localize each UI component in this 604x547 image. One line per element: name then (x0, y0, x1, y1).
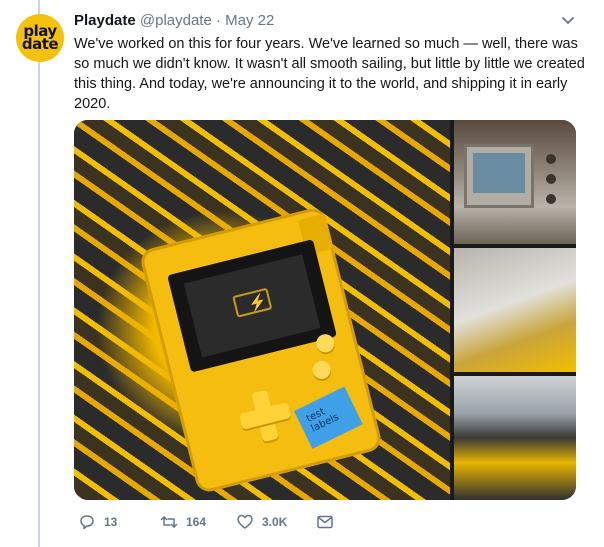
like-count: 3.0K (262, 515, 288, 529)
charging-bolt-icon: ⚡ (246, 292, 269, 314)
separator: · (216, 12, 221, 29)
reply-button[interactable]: 13 (78, 512, 117, 532)
thread-line (38, 0, 40, 547)
photo-device-rack[interactable] (454, 376, 576, 500)
a-button (310, 359, 333, 381)
tweet-header: Playdate @playdate · May 22 (74, 12, 584, 32)
photo-parts-table[interactable] (454, 248, 576, 372)
retweet-count: 164 (186, 515, 207, 529)
avatar-text-bottom: date (21, 35, 59, 53)
retweet-icon (160, 516, 178, 528)
reply-icon (80, 515, 94, 530)
reply-count: 13 (104, 515, 118, 529)
author-name[interactable]: Playdate (74, 12, 136, 29)
tape-text: test labels (304, 406, 341, 435)
tweet-text: We've worked on this for four years. We'… (74, 36, 585, 112)
device-screen-display: ⚡ (183, 254, 321, 358)
oscilloscope-screen (473, 153, 525, 193)
knob (546, 154, 556, 164)
photo-playdate-device[interactable]: ⚡ test labels (74, 120, 450, 500)
knob (546, 194, 556, 204)
playdate-device: ⚡ test labels (138, 205, 384, 495)
dpad (235, 386, 296, 447)
retweet-button[interactable]: 164 (160, 512, 206, 532)
photo-oscilloscope[interactable] (454, 120, 576, 244)
device-screen: ⚡ (167, 239, 337, 373)
like-icon (237, 514, 253, 529)
avatar[interactable]: play date (16, 14, 64, 62)
chevron-down-icon[interactable] (561, 14, 575, 28)
battery-icon: ⚡ (232, 287, 273, 318)
knob (546, 174, 556, 184)
direct-message-icon (317, 515, 333, 529)
like-button[interactable]: 3.0K (236, 512, 287, 532)
oscilloscope (464, 144, 534, 208)
blue-tape-label: test labels (294, 386, 363, 449)
media-grid: ⚡ test labels (74, 120, 576, 500)
tweet-date[interactable]: May 22 (225, 12, 274, 29)
tweet-actions: 13 164 3.0K (74, 512, 374, 532)
direct-message-button[interactable] (316, 512, 334, 532)
author-handle[interactable]: @playdate (140, 12, 212, 29)
